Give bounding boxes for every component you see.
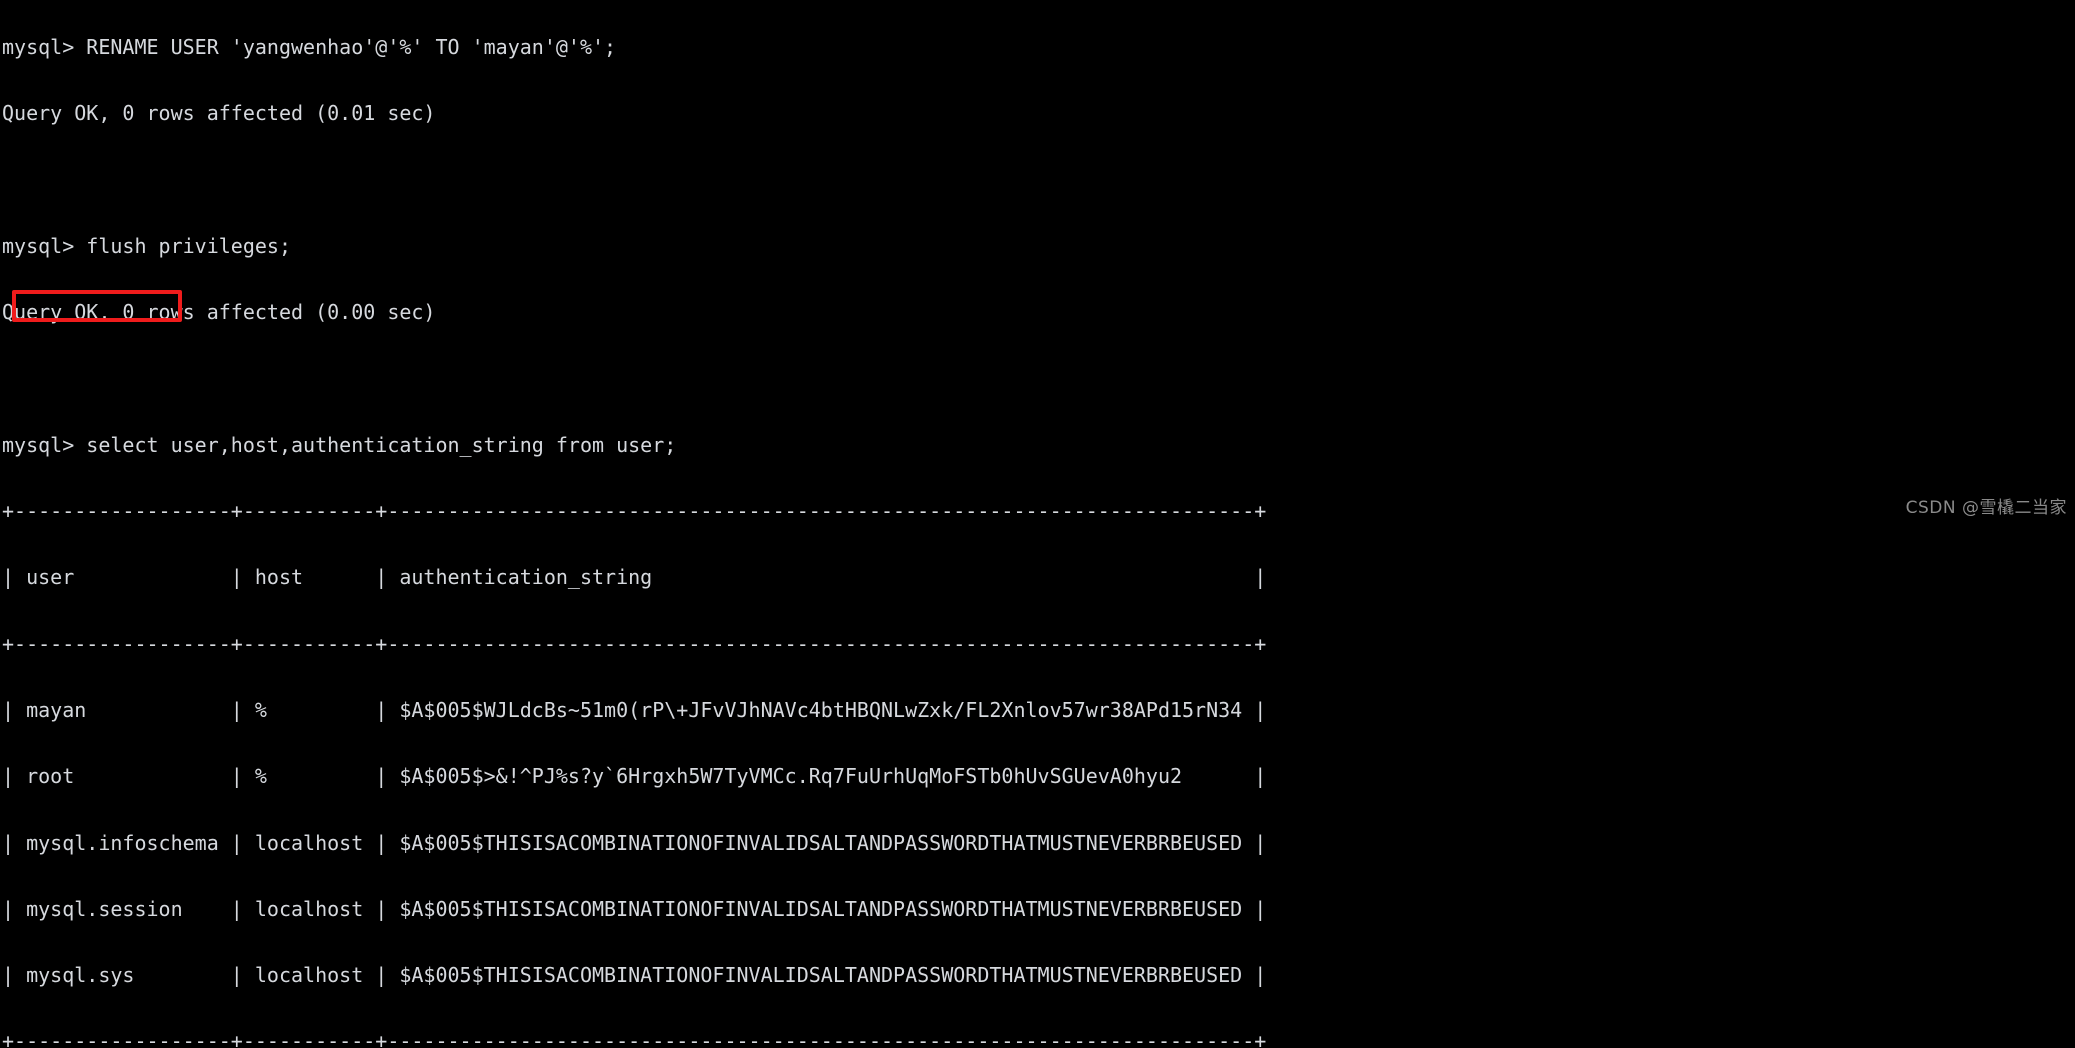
terminal-line: mysql> select user,host,authentication_s…	[2, 432, 677, 457]
table-row: | mysql.session | localhost | $A$005$THI…	[2, 896, 1267, 921]
table-border-top: +------------------+-----------+--------…	[2, 499, 1267, 524]
terminal-output: mysql> RENAME USER 'yangwenhao'@'%' TO '…	[2, 0, 1266, 1048]
terminal-line: mysql> RENAME USER 'yangwenhao'@'%' TO '…	[2, 35, 617, 60]
table-header-row: | user | host | authentication_string |	[2, 565, 1267, 590]
table-border-bottom: +------------------+-----------+--------…	[2, 1029, 1267, 1048]
terminal-window[interactable]: mysql> RENAME USER 'yangwenhao'@'%' TO '…	[0, 0, 2075, 1048]
terminal-line: mysql> flush privileges;	[2, 234, 291, 259]
table-row: | mysql.sys | localhost | $A$005$THISISA…	[2, 963, 1267, 988]
table-border-header: +------------------+-----------+--------…	[2, 631, 1267, 656]
table-row: | mayan | % | $A$005$WJLdcBs~51m0(rP\+JF…	[2, 698, 1267, 722]
table-row: | mysql.infoschema | localhost | $A$005$…	[2, 830, 1267, 855]
terminal-line: Query OK, 0 rows affected (0.01 sec)	[2, 101, 436, 126]
table-row: | root | % | $A$005$>&!^PJ%s?y`6Hrgxh5W7…	[2, 764, 1267, 789]
csdn-watermark: CSDN @雪橇二当家	[1905, 498, 2067, 518]
terminal-line: Query OK, 0 rows affected (0.00 sec)	[2, 300, 436, 325]
